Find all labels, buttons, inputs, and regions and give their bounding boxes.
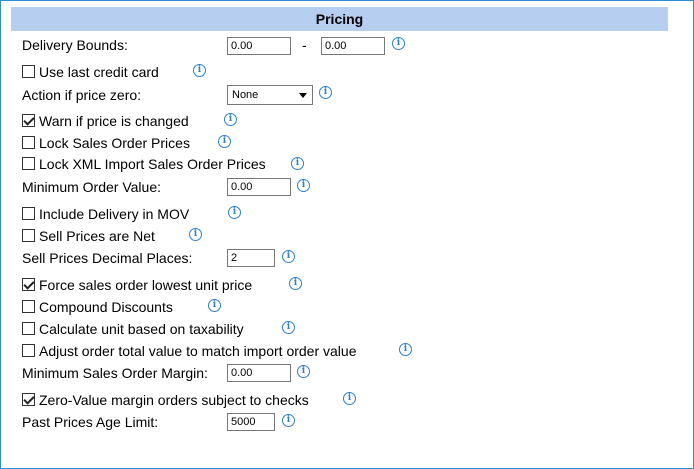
compound-discounts-label: Compound Discounts bbox=[39, 299, 173, 315]
include-delivery-in-mov-row[interactable]: Include Delivery in MOV bbox=[22, 204, 222, 224]
lock-xml-import-prices-label: Lock XML Import Sales Order Prices bbox=[39, 156, 266, 172]
delivery-bounds-from-input[interactable]: 0.00 bbox=[227, 37, 291, 55]
warn-if-price-changed-row[interactable]: Warn if price is changed bbox=[22, 111, 222, 131]
lock-sales-order-prices-checkbox[interactable] bbox=[22, 136, 35, 149]
info-icon[interactable]: i bbox=[297, 179, 310, 192]
calculate-unit-taxability-checkbox[interactable] bbox=[22, 322, 35, 335]
zero-value-margin-checks-checkbox[interactable] bbox=[22, 393, 35, 406]
minimum-sales-order-margin-input[interactable]: 0.00 bbox=[227, 364, 291, 382]
sell-prices-decimal-places-input[interactable]: 2 bbox=[227, 249, 275, 267]
force-lowest-unit-price-label: Force sales order lowest unit price bbox=[39, 277, 253, 293]
info-icon[interactable]: i bbox=[218, 135, 231, 148]
adjust-order-total-row[interactable]: Adjust order total value to match import… bbox=[22, 341, 382, 361]
info-icon[interactable]: i bbox=[282, 414, 295, 427]
calculate-unit-taxability-label: Calculate unit based on taxability bbox=[39, 321, 244, 337]
action-if-price-zero-row: Action if price zero: bbox=[22, 85, 222, 105]
info-icon[interactable]: i bbox=[289, 277, 302, 290]
action-if-price-zero-value: None bbox=[232, 89, 259, 101]
include-delivery-in-mov-checkbox[interactable] bbox=[22, 207, 35, 220]
calculate-unit-taxability-row[interactable]: Calculate unit based on taxability bbox=[22, 319, 277, 339]
pricing-panel: Pricing Delivery Bounds: 0.00 - 0.00 i U… bbox=[0, 0, 694, 469]
minimum-order-value-label: Minimum Order Value: bbox=[22, 179, 162, 195]
adjust-order-total-checkbox[interactable] bbox=[22, 344, 35, 357]
past-prices-age-limit-input[interactable]: 5000 bbox=[227, 413, 275, 431]
section-header: Pricing bbox=[11, 7, 668, 31]
chevron-down-icon bbox=[299, 93, 307, 98]
force-lowest-unit-price-row[interactable]: Force sales order lowest unit price bbox=[22, 275, 282, 295]
info-icon[interactable]: i bbox=[193, 64, 206, 77]
info-icon[interactable]: i bbox=[291, 157, 304, 170]
past-prices-age-limit-row: Past Prices Age Limit: bbox=[22, 412, 222, 432]
sell-prices-are-net-label: Sell Prices are Net bbox=[39, 228, 155, 244]
info-icon[interactable]: i bbox=[297, 365, 310, 378]
lock-xml-import-prices-checkbox[interactable] bbox=[22, 157, 35, 170]
use-last-credit-card-checkbox[interactable] bbox=[22, 65, 35, 78]
info-icon[interactable]: i bbox=[228, 206, 241, 219]
include-delivery-in-mov-label: Include Delivery in MOV bbox=[39, 206, 190, 222]
delivery-bounds-label: Delivery Bounds: bbox=[22, 37, 128, 53]
warn-if-price-changed-checkbox[interactable] bbox=[22, 114, 35, 127]
minimum-order-value-row: Minimum Order Value: bbox=[22, 177, 222, 197]
sell-prices-decimal-places-row: Sell Prices Decimal Places: bbox=[22, 248, 227, 268]
minimum-sales-order-margin-row: Minimum Sales Order Margin: bbox=[22, 363, 227, 383]
adjust-order-total-label: Adjust order total value to match import… bbox=[39, 343, 357, 359]
zero-value-margin-checks-row[interactable]: Zero-Value margin orders subject to chec… bbox=[22, 390, 332, 410]
info-icon[interactable]: i bbox=[282, 250, 295, 263]
sell-prices-are-net-checkbox[interactable] bbox=[22, 229, 35, 242]
lock-sales-order-prices-label: Lock Sales Order Prices bbox=[39, 135, 190, 151]
info-icon[interactable]: i bbox=[208, 299, 221, 312]
use-last-credit-card-label: Use last credit card bbox=[39, 64, 159, 80]
info-icon[interactable]: i bbox=[224, 113, 237, 126]
warn-if-price-changed-label: Warn if price is changed bbox=[39, 113, 189, 129]
info-icon[interactable]: i bbox=[282, 321, 295, 334]
minimum-sales-order-margin-label: Minimum Sales Order Margin: bbox=[22, 365, 208, 381]
zero-value-margin-checks-label: Zero-Value margin orders subject to chec… bbox=[39, 392, 309, 408]
info-icon[interactable]: i bbox=[392, 37, 405, 50]
compound-discounts-row[interactable]: Compound Discounts bbox=[22, 297, 222, 317]
action-if-price-zero-select[interactable]: None bbox=[227, 85, 313, 105]
info-icon[interactable]: i bbox=[319, 86, 332, 99]
info-icon[interactable]: i bbox=[189, 228, 202, 241]
info-icon[interactable]: i bbox=[399, 343, 412, 356]
force-lowest-unit-price-checkbox[interactable] bbox=[22, 278, 35, 291]
lock-sales-order-prices-row[interactable]: Lock Sales Order Prices bbox=[22, 133, 222, 153]
minimum-order-value-input[interactable]: 0.00 bbox=[227, 178, 291, 196]
delivery-bounds-to-input[interactable]: 0.00 bbox=[321, 37, 385, 55]
sell-prices-decimal-places-label: Sell Prices Decimal Places: bbox=[22, 250, 193, 266]
compound-discounts-checkbox[interactable] bbox=[22, 300, 35, 313]
lock-xml-import-prices-row[interactable]: Lock XML Import Sales Order Prices bbox=[22, 154, 292, 174]
past-prices-age-limit-label: Past Prices Age Limit: bbox=[22, 414, 159, 430]
info-icon[interactable]: i bbox=[343, 392, 356, 405]
use-last-credit-card-row[interactable]: Use last credit card bbox=[22, 62, 222, 82]
action-if-price-zero-label: Action if price zero: bbox=[22, 87, 142, 103]
delivery-bounds-separator: - bbox=[302, 37, 307, 53]
